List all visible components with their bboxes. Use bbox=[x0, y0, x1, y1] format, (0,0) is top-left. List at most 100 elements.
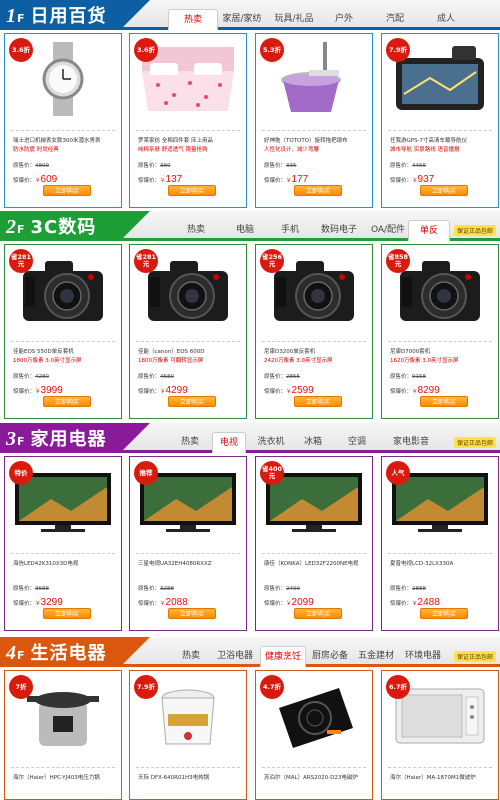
product-name[interactable]: 罗莱家纺 全棉四件套 床上用品 bbox=[138, 138, 242, 145]
product-name[interactable]: 夏普电视LCD-32LX330A bbox=[390, 561, 494, 568]
tab-6[interactable]: 环境电器 bbox=[398, 646, 448, 667]
divider bbox=[136, 341, 240, 342]
floor-header: 3 F 家用电器 热卖 电视 洗衣机 冰箱 空调 家电影音 保证正品包邮 bbox=[0, 423, 500, 453]
current-price-value: 4299 bbox=[165, 385, 188, 396]
tab-5[interactable]: OA/配件 bbox=[368, 220, 408, 241]
product-card[interactable]: 特价 海信LED42K310X3D电视 原售价：3688 惊爆价：￥3299 立即购买 bbox=[4, 456, 122, 631]
current-price-value: 937 bbox=[417, 174, 435, 185]
product-card[interactable]: 3.6折 瑞士进口机械表女款300米潜水男表 防水防震 时尚经典 原售价：4800 惊爆… bbox=[4, 33, 122, 208]
buy-now-button[interactable]: 立即购买 bbox=[43, 396, 91, 407]
current-price: 惊爆价：￥4299 bbox=[138, 385, 188, 396]
tab-2[interactable]: 家居/家纺 bbox=[218, 9, 266, 30]
stewpot-icon bbox=[148, 678, 228, 758]
original-price: 原售价：3288 bbox=[138, 584, 174, 592]
product-name[interactable]: 任我游GPS-7寸高清车载导航仪 bbox=[390, 138, 494, 145]
product-card[interactable]: 人气 夏普电视LCD-32LX330A 原售价：2888 惊爆价：￥2488 立即购买 bbox=[381, 456, 499, 631]
tab-6[interactable]: 单反 bbox=[408, 220, 450, 241]
tab-2[interactable]: 电脑 bbox=[220, 220, 270, 241]
product-card[interactable]: 5.3折 好神拖（TOTOTO）旋转拖把墩布 人性化设计，减少弯腰 原售价：335 惊爆… bbox=[255, 33, 373, 208]
product-name[interactable]: 好神拖（TOTOTO）旋转拖把墩布 bbox=[264, 138, 368, 145]
product-name[interactable]: 三星电视UA32EH4080RXXZ bbox=[138, 561, 242, 568]
tab-2[interactable]: 电视 bbox=[212, 432, 246, 453]
tab-4[interactable]: 厨房必备 bbox=[306, 646, 354, 667]
buy-now-button[interactable]: 立即购买 bbox=[294, 185, 342, 196]
current-price-value: 2488 bbox=[417, 597, 440, 608]
current-price-label: 惊爆价： bbox=[390, 178, 413, 184]
product-card[interactable]: 省281元 佳能（canon）EOS 600D 1800万像素 可翻转显示屏 原售价：… bbox=[129, 244, 247, 419]
original-price-label: 原售价： bbox=[138, 163, 161, 169]
product-card[interactable]: 推荐 三星电视UA32EH4080RXXZ 原售价：3288 惊爆价：￥2088 立即购… bbox=[129, 456, 247, 631]
tab-3[interactable]: 玩具/礼品 bbox=[266, 9, 322, 30]
buy-now-button[interactable]: 立即购买 bbox=[420, 608, 468, 619]
floor-f-label: F bbox=[17, 12, 25, 25]
original-price: 原售价：4800 bbox=[13, 161, 49, 169]
tab-4[interactable]: 冰箱 bbox=[296, 432, 330, 453]
tab-5[interactable]: 五金建材 bbox=[354, 646, 398, 667]
buy-now-button[interactable]: 立即购买 bbox=[168, 185, 216, 196]
product-card[interactable]: 省858元 尼康D7000套机 1620万像素 3.0英寸显示屏 原售价：9158 惊爆… bbox=[381, 244, 499, 419]
tab-1[interactable]: 热卖 bbox=[172, 220, 220, 241]
product-card[interactable]: 3.6折 罗莱家纺 全棉四件套 床上用品 纯棉亲肤 舒适透气 限量抢购 原售价：380… bbox=[129, 33, 247, 208]
tab-6[interactable]: 成人 bbox=[424, 9, 468, 30]
discount-badge: 7折 bbox=[9, 675, 33, 699]
product-card[interactable]: 7折海尔（Haier）HPC-YJ403电压力锅 bbox=[4, 670, 122, 800]
floor-number: 4 bbox=[6, 642, 16, 664]
product-name[interactable]: 佳能（canon）EOS 600D bbox=[138, 349, 242, 356]
current-price: 惊爆价：￥937 bbox=[390, 174, 434, 185]
floor-1: 1 F 日用百货 热卖 家居/家纺 玩具/礼品 户外 汽配 成人 3.6折 瑞士进口机械表女款300… bbox=[0, 0, 500, 211]
buy-now-button[interactable]: 立即购买 bbox=[43, 185, 91, 196]
product-subtitle: 纯棉亲肤 舒适透气 限量抢购 bbox=[138, 147, 208, 153]
product-card[interactable]: 7.9折 天际 DFX-640R01H3电炖锅 bbox=[129, 670, 247, 800]
tab-5[interactable]: 空调 bbox=[330, 432, 384, 453]
buy-now-button[interactable]: 立即购买 bbox=[294, 396, 342, 407]
product-name[interactable]: 尼康D7000套机 bbox=[390, 349, 494, 356]
floor-tabs: 热卖 卫浴电器 健康烹饪 厨房必备 五金建材 环境电器 bbox=[172, 646, 448, 667]
buy-now-button[interactable]: 立即购买 bbox=[168, 396, 216, 407]
floor-3: 3 F 家用电器 热卖 电视 洗衣机 冰箱 空调 家电影音 保证正品包邮 特价 海信LED42K310… bbox=[0, 423, 500, 634]
discount-badge: 3.6折 bbox=[9, 38, 33, 62]
buy-now-button[interactable]: 立即购买 bbox=[168, 608, 216, 619]
product-name[interactable]: 海信LED42K310X3D电视 bbox=[13, 561, 117, 568]
product-subtitle: 1620万像素 3.0英寸显示屏 bbox=[390, 358, 459, 364]
product-card[interactable]: 省400元 康佳（KONKA）LED32F2200NE电视 原售价：2499 惊爆价：… bbox=[255, 456, 373, 631]
floor-title: 4 F 生活电器 bbox=[6, 639, 107, 665]
product-name[interactable]: 尼康D3200单反套机 bbox=[264, 349, 368, 356]
current-price-label: 惊爆价： bbox=[264, 178, 287, 184]
buy-now-button[interactable]: 立即购买 bbox=[420, 185, 468, 196]
original-price-value: 335 bbox=[286, 163, 297, 169]
buy-now-button[interactable]: 立即购买 bbox=[294, 608, 342, 619]
product-name[interactable]: 天际 DFX-640R01H3电炖锅 bbox=[138, 775, 242, 782]
product-card[interactable]: 4.7折 苏泊尔（MAL）ARS2020-D23电磁炉 bbox=[255, 670, 373, 800]
tab-4[interactable]: 数码电子 bbox=[310, 220, 368, 241]
product-card[interactable]: 7.9折 任我游GPS-7寸高清车载导航仪 城市导航 实景路线 语音播报 原售价：44… bbox=[381, 33, 499, 208]
tab-1[interactable]: 热卖 bbox=[168, 9, 218, 30]
tab-6[interactable]: 家电影音 bbox=[384, 432, 438, 453]
product-name[interactable]: 海尔（Haier）HPC-YJ403电压力锅 bbox=[13, 775, 117, 782]
product-card[interactable]: 省256元 尼康D3200单反套机 2420万像素 3.0英寸显示屏 原售价：2855… bbox=[255, 244, 373, 419]
tab-5[interactable]: 汽配 bbox=[366, 9, 424, 30]
tab-1[interactable]: 热卖 bbox=[168, 432, 212, 453]
pressure-cooker-icon bbox=[23, 678, 103, 758]
buy-now-button[interactable]: 立即购买 bbox=[43, 608, 91, 619]
product-card[interactable]: 省281元 佳能EOS 550D单反套机 1800万像素 3.0英寸显示屏 原售价：4… bbox=[4, 244, 122, 419]
discount-badge: 7.9折 bbox=[386, 38, 410, 62]
tab-3[interactable]: 手机 bbox=[270, 220, 310, 241]
current-price-value: 137 bbox=[165, 174, 183, 185]
product-name[interactable]: 瑞士进口机械表女款300米潜水男表 bbox=[13, 138, 117, 145]
product-name[interactable]: 苏泊尔（MAL）ARS2020-D23电磁炉 bbox=[264, 775, 368, 782]
divider bbox=[136, 130, 240, 131]
tab-4[interactable]: 户外 bbox=[322, 9, 366, 30]
tab-2[interactable]: 卫浴电器 bbox=[210, 646, 260, 667]
buy-now-button[interactable]: 立即购买 bbox=[420, 396, 468, 407]
tab-3[interactable]: 健康烹饪 bbox=[260, 646, 306, 667]
tab-1[interactable]: 热卖 bbox=[172, 646, 210, 667]
floor-f-label: F bbox=[17, 223, 25, 236]
current-price: 惊爆价：￥8299 bbox=[390, 385, 440, 396]
product-name[interactable]: 康佳（KONKA）LED32F2200NE电视 bbox=[264, 561, 368, 568]
product-card[interactable]: 6.7折 海尔（Haier）MA-1870M1微波炉 bbox=[381, 670, 499, 800]
product-name[interactable]: 海尔（Haier）MA-1870M1微波炉 bbox=[390, 775, 494, 782]
current-price-value: 8299 bbox=[417, 385, 440, 396]
product-name[interactable]: 佳能EOS 550D单反套机 bbox=[13, 349, 117, 356]
current-price-label: 惊爆价： bbox=[138, 178, 161, 184]
tab-3[interactable]: 洗衣机 bbox=[246, 432, 296, 453]
